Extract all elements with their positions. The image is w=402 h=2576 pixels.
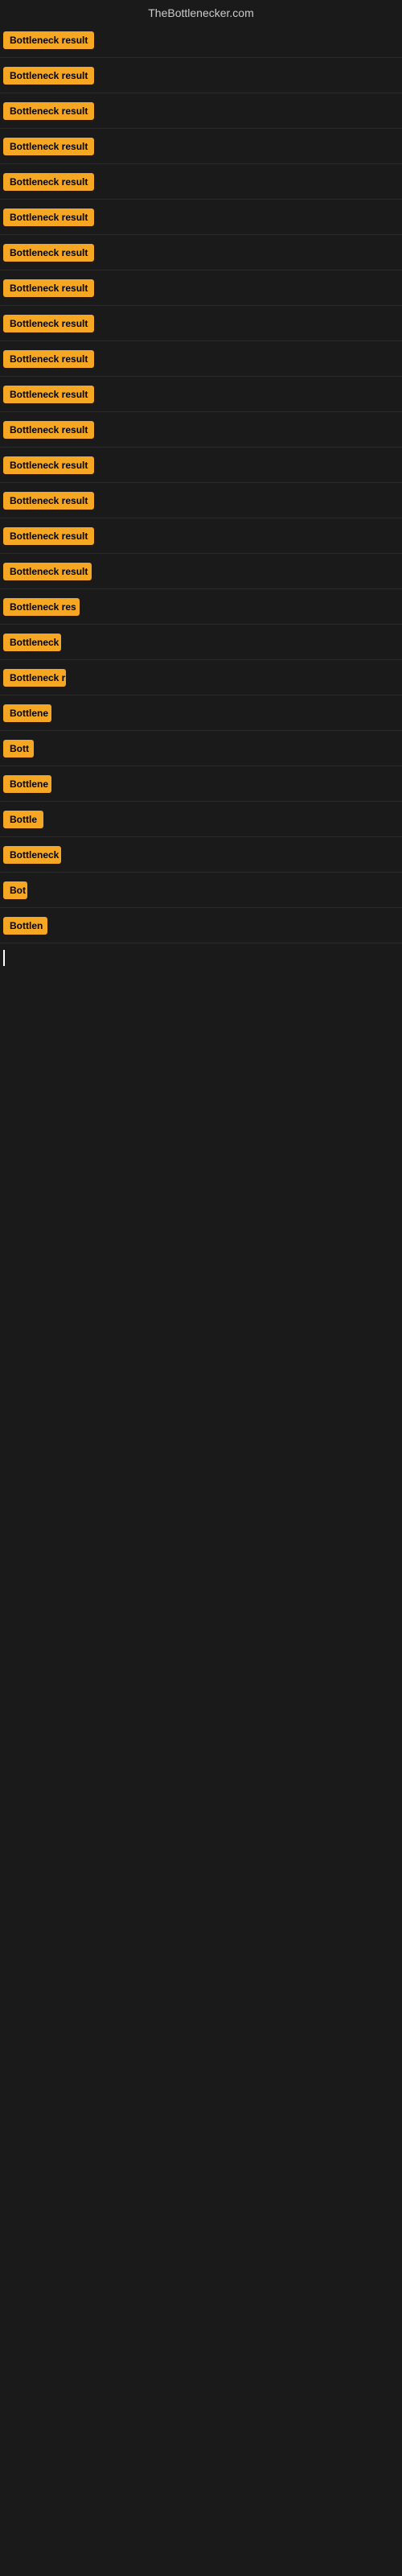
bottleneck-badge[interactable]: Bottleneck (3, 634, 61, 651)
bottleneck-badge[interactable]: Bottleneck result (3, 31, 94, 49)
table-row: Bottleneck result (0, 93, 402, 129)
bottleneck-badge[interactable]: Bottleneck result (3, 279, 94, 297)
site-title: TheBottlenecker.com (148, 6, 254, 19)
bottleneck-badge[interactable]: Bottleneck result (3, 173, 94, 191)
bottleneck-badge[interactable]: Bottleneck result (3, 208, 94, 226)
bottleneck-badge[interactable]: Bottleneck result (3, 492, 94, 510)
table-row: Bottleneck result (0, 412, 402, 448)
table-row: Bottleneck (0, 625, 402, 660)
bottleneck-badge[interactable]: Bottleneck result (3, 456, 94, 474)
table-row: Bottlen (0, 908, 402, 943)
bottleneck-badge[interactable]: Bottleneck result (3, 386, 94, 403)
bottleneck-badge[interactable]: Bottlene (3, 775, 51, 793)
bottleneck-badge[interactable]: Bott (3, 740, 34, 758)
bottleneck-badge[interactable]: Bot (3, 881, 27, 899)
table-row: Bottleneck r (0, 660, 402, 696)
table-row: Bottleneck result (0, 235, 402, 270)
site-header: TheBottlenecker.com (0, 0, 402, 23)
cursor-line (3, 950, 5, 966)
table-row: Bottleneck result (0, 483, 402, 518)
bottleneck-badge[interactable]: Bottleneck result (3, 527, 94, 545)
bottleneck-badge[interactable]: Bottleneck result (3, 563, 92, 580)
table-row: Bot (0, 873, 402, 908)
table-row: Bottleneck result (0, 448, 402, 483)
table-row: Bottleneck result (0, 58, 402, 93)
bottleneck-badge[interactable]: Bottle (3, 811, 43, 828)
table-row: Bottleneck result (0, 341, 402, 377)
bottleneck-badge[interactable]: Bottleneck result (3, 244, 94, 262)
table-row: Bottleneck result (0, 518, 402, 554)
table-row: Bottleneck result (0, 23, 402, 58)
bottleneck-badge[interactable]: Bottleneck result (3, 102, 94, 120)
bottleneck-badge[interactable]: Bottlene (3, 704, 51, 722)
table-row: Bottleneck result (0, 377, 402, 412)
table-row: Bottleneck result (0, 270, 402, 306)
bottleneck-badge[interactable]: Bottleneck result (3, 138, 94, 155)
table-row: Bottleneck res (0, 589, 402, 625)
table-row: Bottleneck (0, 837, 402, 873)
bottleneck-badge[interactable]: Bottleneck r (3, 669, 66, 687)
table-row: Bottleneck result (0, 306, 402, 341)
bottleneck-badge[interactable]: Bottleneck res (3, 598, 80, 616)
table-row: Bottle (0, 802, 402, 837)
table-row: Bottleneck result (0, 129, 402, 164)
bottleneck-badge[interactable]: Bottlen (3, 917, 47, 935)
bottleneck-badge[interactable]: Bottleneck result (3, 350, 94, 368)
table-row: Bottlene (0, 766, 402, 802)
table-row: Bott (0, 731, 402, 766)
table-row: Bottlene (0, 696, 402, 731)
bottleneck-badge[interactable]: Bottleneck result (3, 421, 94, 439)
table-row: Bottleneck result (0, 200, 402, 235)
table-row: Bottleneck result (0, 164, 402, 200)
bottleneck-badge[interactable]: Bottleneck result (3, 315, 94, 332)
bottleneck-badge[interactable]: Bottleneck result (3, 67, 94, 85)
bottleneck-badge[interactable]: Bottleneck (3, 846, 61, 864)
table-row: Bottleneck result (0, 554, 402, 589)
